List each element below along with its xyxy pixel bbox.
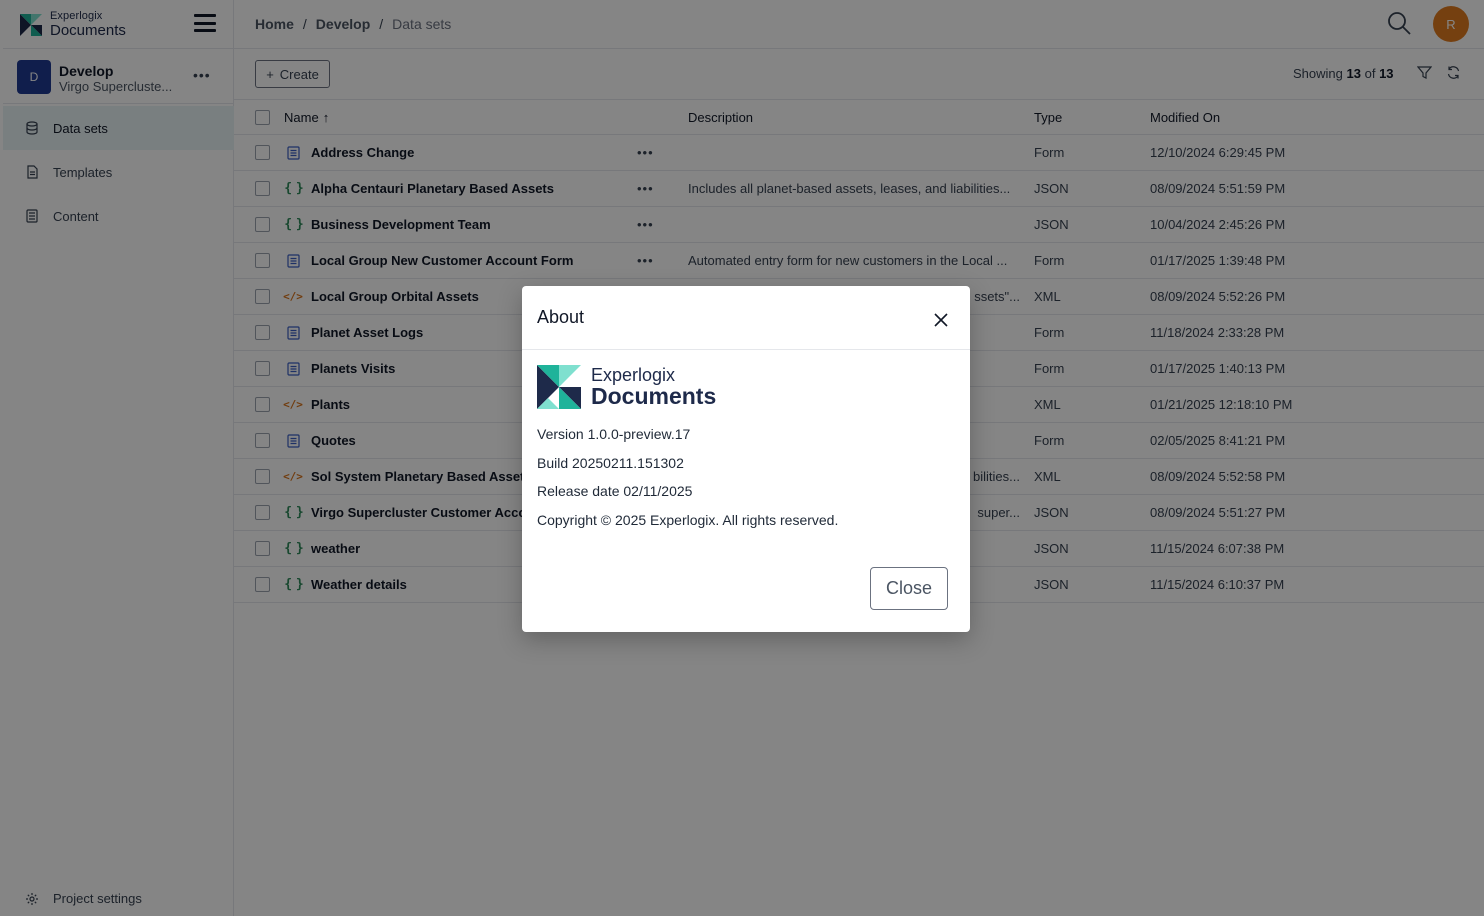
dialog-logo: Experlogix Documents [537, 365, 716, 409]
copyright-text: Copyright © 2025 Experlogix. All rights … [537, 512, 839, 528]
dialog-header: About [522, 286, 970, 350]
close-button[interactable]: Close [870, 567, 948, 610]
about-dialog: About Experlogix Documents Version 1.0.0… [522, 286, 970, 632]
release-date-text: Release date 02/11/2025 [537, 483, 693, 499]
version-text: Version 1.0.0-preview.17 [537, 426, 691, 442]
close-icon[interactable] [932, 311, 950, 329]
dialog-logo-product: Documents [591, 383, 717, 409]
dialog-logo-brand: Experlogix [591, 365, 676, 385]
build-text: Build 20250211.151302 [537, 455, 684, 471]
dialog-title: About [537, 307, 585, 327]
experlogix-logo-icon [537, 365, 581, 409]
